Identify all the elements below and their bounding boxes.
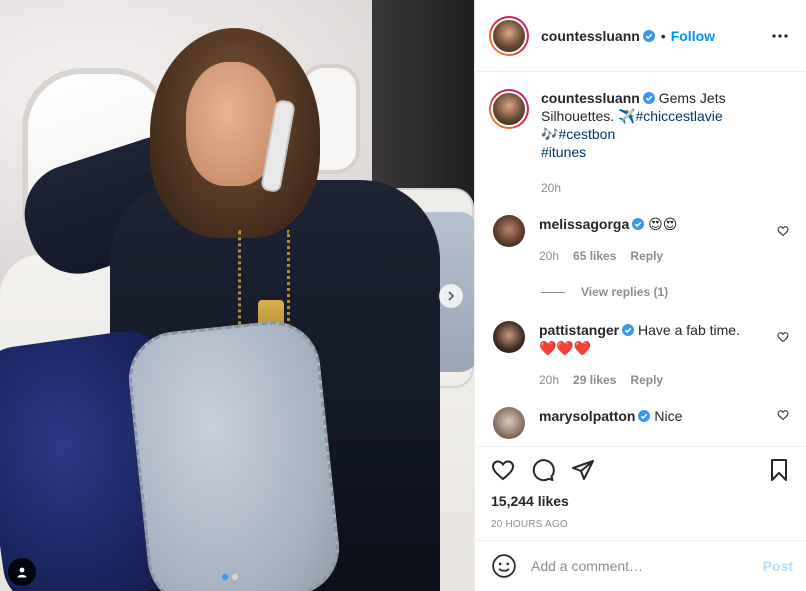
comment-icon[interactable] <box>531 458 555 482</box>
likes-count[interactable]: 15,244 likes <box>491 493 791 509</box>
reply-button[interactable]: Reply <box>630 371 663 389</box>
heart-icon[interactable] <box>491 458 515 482</box>
reply-button[interactable]: Reply <box>630 247 663 265</box>
user-tag-button[interactable] <box>8 558 36 586</box>
hashtag-link[interactable]: #chiccestlavie <box>635 108 722 124</box>
comment-input[interactable] <box>531 558 763 574</box>
author-username[interactable]: countessluann <box>541 28 640 44</box>
comment-time[interactable]: 20h <box>539 247 559 265</box>
caption-emoji: 🎶 <box>541 126 559 142</box>
comment-text: 😍😍 <box>648 216 678 232</box>
verified-icon <box>642 29 655 42</box>
avatar[interactable] <box>493 407 525 439</box>
post-photo[interactable] <box>0 0 474 591</box>
avatar[interactable] <box>493 215 525 247</box>
post-actions: 15,244 likes 20 HOURS AGO <box>475 446 806 530</box>
comments-list[interactable]: countessluann Gems Jets Silhouettes. ✈️#… <box>475 73 806 445</box>
more-options-button[interactable] <box>768 24 792 48</box>
avatar[interactable] <box>493 321 525 353</box>
heart-icon[interactable] <box>777 409 789 421</box>
caption-time[interactable]: 20h <box>541 179 561 197</box>
verified-icon <box>632 218 645 230</box>
post-panel: countessluann • Follow countessluann Gem… <box>474 0 806 591</box>
comment-row: melissagorga 😍😍 20h 65 likes Reply <box>489 215 793 265</box>
verified-icon <box>638 410 651 422</box>
carousel-dot <box>222 574 228 580</box>
hashtag-link[interactable]: #itunes <box>541 144 586 160</box>
emoji-icon[interactable] <box>491 553 517 579</box>
caption: countessluann Gems Jets Silhouettes. ✈️#… <box>489 89 793 197</box>
chevron-right-icon <box>448 291 455 301</box>
comment-username[interactable]: pattistanger <box>539 322 619 338</box>
follow-button[interactable]: Follow <box>671 28 715 44</box>
verified-icon <box>622 324 635 336</box>
avatar[interactable] <box>489 15 529 56</box>
comment-text: Nice <box>654 408 683 424</box>
user-tag-icon <box>17 567 27 578</box>
comment-likes[interactable]: 29 likes <box>573 371 616 389</box>
post-comment-button[interactable]: Post <box>763 558 793 574</box>
post-time[interactable]: 20 HOURS AGO <box>491 519 791 530</box>
post-header: countessluann • Follow <box>475 0 806 72</box>
verified-icon <box>642 92 655 104</box>
comment-username[interactable]: melissagorga <box>539 216 629 232</box>
bookmark-icon[interactable] <box>767 458 791 482</box>
view-replies-button[interactable]: View replies (1) <box>541 285 793 299</box>
view-replies-label: View replies (1) <box>581 285 669 299</box>
caption-username[interactable]: countessluann <box>541 90 640 106</box>
comment-likes[interactable]: 65 likes <box>573 247 616 265</box>
carousel-next-button[interactable] <box>439 284 463 308</box>
pillow-grey <box>124 316 344 591</box>
comment-time[interactable]: 20h <box>539 371 559 389</box>
avatar[interactable] <box>489 89 529 129</box>
comment-row: marysolpatton Nice <box>489 407 793 439</box>
carousel-dot <box>232 574 238 580</box>
heart-icon[interactable] <box>777 225 789 237</box>
more-icon <box>772 33 788 38</box>
add-comment-bar: Post <box>475 540 806 591</box>
comment-username[interactable]: marysolpatton <box>539 408 635 424</box>
replies-line <box>541 291 565 293</box>
comment-row: pattistanger Have a fab time. ❤️❤️❤️ 20h… <box>489 321 793 389</box>
heart-icon[interactable] <box>777 331 789 343</box>
hashtag-link[interactable]: #cestbon <box>558 126 615 142</box>
separator: • <box>660 27 666 44</box>
carousel-dots <box>222 574 238 580</box>
share-icon[interactable] <box>571 458 595 482</box>
